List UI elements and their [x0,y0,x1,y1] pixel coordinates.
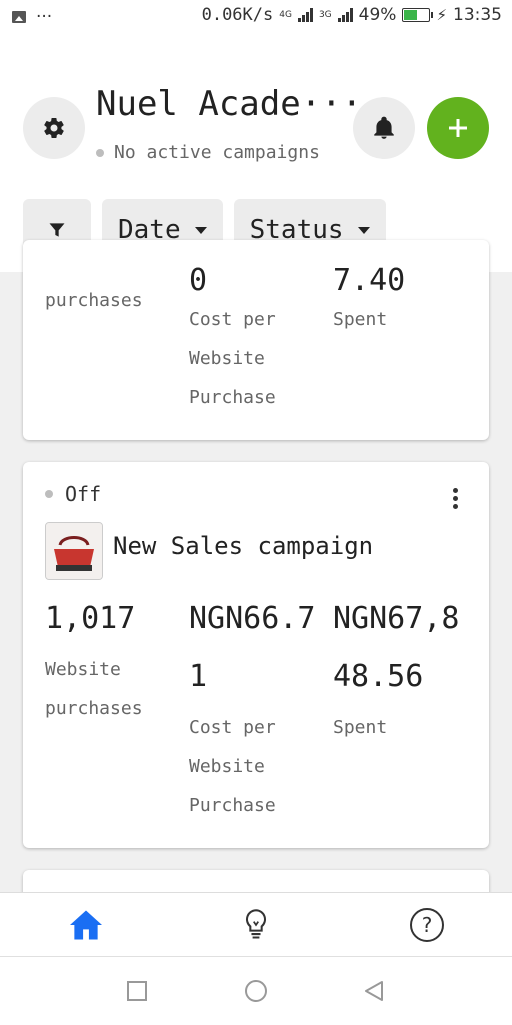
battery-percent: 49% [358,5,397,25]
notification-dots: ··· [36,7,53,27]
campaign-thumbnail [45,522,103,580]
metric-label: Cost per [189,717,276,738]
status-dot-icon [45,490,53,498]
recents-icon[interactable] [126,980,148,1002]
metric-label: Purchase [189,795,276,816]
signal-icon-2 [337,8,353,22]
campaign-card[interactable]: 0 7.40 purchases Cost per Website Purcha… [23,240,489,440]
notifications-button[interactable] [353,97,415,159]
metric-label: Spent [333,309,388,330]
network-type-2: 3G [318,10,332,20]
metric-label: Cost per [189,309,276,330]
header: Nuel Acade··· No active campaigns Date S… [0,34,512,272]
bottom-navigation: ? [0,892,512,957]
bell-icon [374,116,394,139]
chevron-down-icon [357,226,370,234]
home-icon [70,910,102,940]
campaign-delivery-status: Off [45,482,101,506]
network-type-1: 4G [279,10,292,20]
metric-value: 48.56 [333,659,424,694]
status-bar: ··· 0.06K/s 4G 3G 49% ⚡ 13:35 [0,0,512,34]
home-circle-icon[interactable] [244,979,268,1003]
signal-icon-1 [297,8,313,22]
status-text: Off [65,482,102,506]
subtitle-text: No active campaigns [114,142,320,163]
plus-icon [449,119,467,137]
campaign-card[interactable]: Off New Sales campaign 1,017 NGN66.7 1 N… [23,462,489,848]
nav-home[interactable] [66,905,106,945]
back-icon[interactable] [362,979,386,1003]
metric-value: 1 [189,659,208,694]
metric-label: Website [189,756,265,777]
metric-label: Website [189,348,265,369]
network-speed: 0.06K/s [201,5,274,25]
handbag-image-icon [46,523,102,579]
gear-icon [44,118,64,139]
metric-value: NGN67,8 [333,601,460,636]
status-dot-icon [96,148,104,157]
metric-label: Spent [333,717,388,738]
campaign-name[interactable]: New Sales campaign [113,532,373,560]
settings-button[interactable] [23,97,85,159]
nav-tips[interactable] [236,905,276,945]
metric-label: purchases [45,698,143,719]
lightbulb-icon [246,909,266,939]
account-name: Nuel Acade··· [96,84,363,124]
clock: 13:35 [453,5,502,25]
metric-label: Purchase [189,387,276,408]
metric-label: purchases [45,290,143,311]
create-campaign-button[interactable] [427,97,489,159]
metric-label: Website [45,659,121,680]
metric-value: NGN66.7 [189,601,316,636]
funnel-icon [49,223,65,237]
image-notification-icon [12,11,26,23]
chevron-down-icon [194,226,207,234]
account-selector[interactable]: Nuel Acade··· [96,84,385,124]
campaign-status-summary: No active campaigns [96,142,320,163]
help-icon: ? [410,908,444,942]
svg-text:?: ? [422,913,433,937]
more-options-icon[interactable] [453,488,459,509]
battery-icon [402,8,434,22]
metric-value: 1,017 [45,601,136,636]
charging-icon: ⚡ [436,6,447,24]
system-navigation-bar [0,956,512,1025]
nav-help[interactable]: ? [407,905,447,945]
